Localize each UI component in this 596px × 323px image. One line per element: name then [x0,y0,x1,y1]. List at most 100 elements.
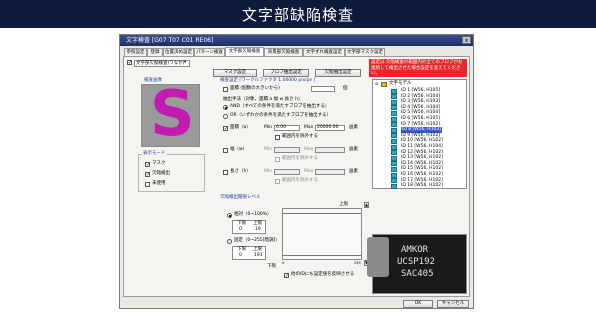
tab-positioning[interactable]: 位置決め設定 [163,48,194,56]
character-tree: ⊟ 文字モデル ID 1 [W56, H105] ID 2 [W56, H104]… [372,79,467,189]
tab-char-mask[interactable]: 文字部マスク設定 [345,48,385,56]
apply-other-ids-label: 他のIDにも設定値を反映させる [291,272,355,277]
rel-lower-value[interactable]: 0 [239,227,242,233]
tab-reference[interactable]: 参照設定 [124,48,147,56]
and-radio[interactable] [223,105,228,110]
mask-label: マスク [152,161,166,166]
tree-item-icon [391,172,397,178]
area-min-input[interactable]: 0.00 [274,125,300,131]
target-checkbox[interactable]: ✓ [127,60,132,66]
cancel-button[interactable]: キャンセル [437,300,469,308]
tree-item-icon [391,166,397,172]
size-checkbox[interactable] [223,87,228,92]
chip-edge [367,237,389,277]
area-label: 面積（a） [230,125,251,130]
size-label: 面積 (個数の大きいから) [230,86,280,91]
warning-note: 設定は 欠陥検査の範囲内の全てのブロブがお連続して検出させた場合設定を変えてくだ… [369,59,467,77]
tree-expand-icon[interactable]: ⊟ [375,81,378,87]
relative-label: 相対（0~100%） [234,212,272,217]
width-checkbox[interactable] [223,148,228,153]
mask-checkbox[interactable]: ✓ [145,162,150,168]
mask-settings-button[interactable]: マスク設定 [213,69,257,77]
dialog-title: 文字検査 [G07 T07 C01 RE06] [120,35,473,46]
area-max-input[interactable]: 20000.00 [315,125,345,131]
tree-item-icon [391,144,397,150]
tab-char-shift[interactable]: 文字ずれ検査設定 [303,48,345,56]
tree-item-icon [391,99,397,105]
tab-pattern[interactable]: パターン検査 [194,48,225,56]
area-min-label: Min [264,125,272,130]
relative-table: 下限 上限 0 19 [232,220,266,234]
width-label: 幅（w） [230,147,248,152]
histogram-area [282,208,362,260]
ok-button[interactable]: OK [403,300,433,308]
lower-label: 下限 [267,264,276,269]
apply-other-ids-checkbox[interactable]: ✓ [284,273,289,279]
target-select[interactable]: 文字部欠陥検査(ワなか) [134,59,190,67]
length-unit: 画素 [349,169,358,174]
preview-image: S [141,77,200,150]
tree-item-icon [391,155,397,161]
length-max-label: Max [304,169,314,174]
rel-upper-value[interactable]: 19 [255,227,261,233]
fix-upper-value[interactable]: 191 [254,253,263,259]
unused-checkbox[interactable] [145,182,150,187]
tree-item-icon [391,94,397,100]
width-max-input[interactable] [315,147,345,153]
defect-extract-button[interactable]: 欠陥抽出設定 [315,69,361,77]
tree-item[interactable]: ID 18 [W56, H102] [401,183,443,189]
length-exclude-checkbox[interactable] [275,179,280,184]
fixed-radio[interactable] [227,239,232,244]
area-max-label: Max [304,125,314,130]
inspection-dialog: 文字検査 [G07 T07 C01 RE06] x 参照設定 登録 位置決め設定… [119,34,474,309]
defect-checkbox[interactable]: ✓ [145,172,150,178]
fixed-label: 固定（0~255[階調]） [234,238,280,243]
fixed-table: 下限 上限 0 191 [232,246,266,260]
area-exclude-checkbox[interactable] [275,135,280,140]
width-exclude-label: 範囲内を除外する [282,156,318,161]
display-mode-legend: 表示モード [142,151,167,157]
length-min-label: Min [264,169,272,174]
tree-item-icon [391,183,397,189]
area-checkbox[interactable]: ✓ [223,126,228,132]
defect-label: 欠陥検出 [152,171,170,176]
tree-item-icon [391,110,397,116]
blob-extract-button[interactable]: ブロブ抽出設定 [263,69,309,77]
width-min-input[interactable] [274,147,300,153]
tab-bg-defect[interactable]: 背景部欠陥検査 [264,48,303,56]
or-radio[interactable] [223,114,228,119]
extract-label: 抽出手法（対象，面積 a 幅 w 長さ h） [223,97,303,102]
chevron-down-icon[interactable]: ▾ [184,60,186,66]
tree-item-icon [391,178,397,184]
tab-register[interactable]: 登録 [147,48,163,56]
width-min-label: Min [264,147,272,152]
axis-max: 255 [354,261,361,265]
glyph-s: S [150,77,195,150]
width-unit: 画素 [349,147,358,152]
tree-item-icon [391,161,397,167]
axis-min: 0 [282,261,285,265]
relative-radio[interactable] [227,213,232,218]
banner-title: 文字部缺陥検査 [241,6,354,24]
upper-threshold-line [283,213,361,214]
length-checkbox[interactable] [223,170,228,175]
tree-root[interactable]: 文字モデル [389,81,412,87]
tree-item-icon [391,88,397,94]
tree-item-icon [391,127,397,133]
size-unit: 個 [343,86,348,91]
fix-lower-value[interactable]: 0 [239,253,242,259]
length-label: 長さ（h） [230,169,251,174]
and-label: AND（すべての条件を満たすブロブを抽出する） [230,104,330,109]
width-exclude-checkbox[interactable] [275,157,280,162]
tree-item-icon [391,133,397,139]
tree-item-icon [391,150,397,156]
unused-label: 未使用 [152,181,166,186]
close-icon[interactable]: x [462,36,471,44]
length-min-input[interactable] [274,169,300,175]
tab-char-defect[interactable]: 文字部欠陥検査 [225,47,264,56]
length-max-input[interactable] [315,169,345,175]
upper-slider-handle[interactable]: ▲ [364,202,369,208]
folder-icon [381,82,387,87]
or-label: OR（いずれかの条件を満たすブロブを抽出する） [230,113,332,118]
size-input[interactable] [311,86,335,92]
